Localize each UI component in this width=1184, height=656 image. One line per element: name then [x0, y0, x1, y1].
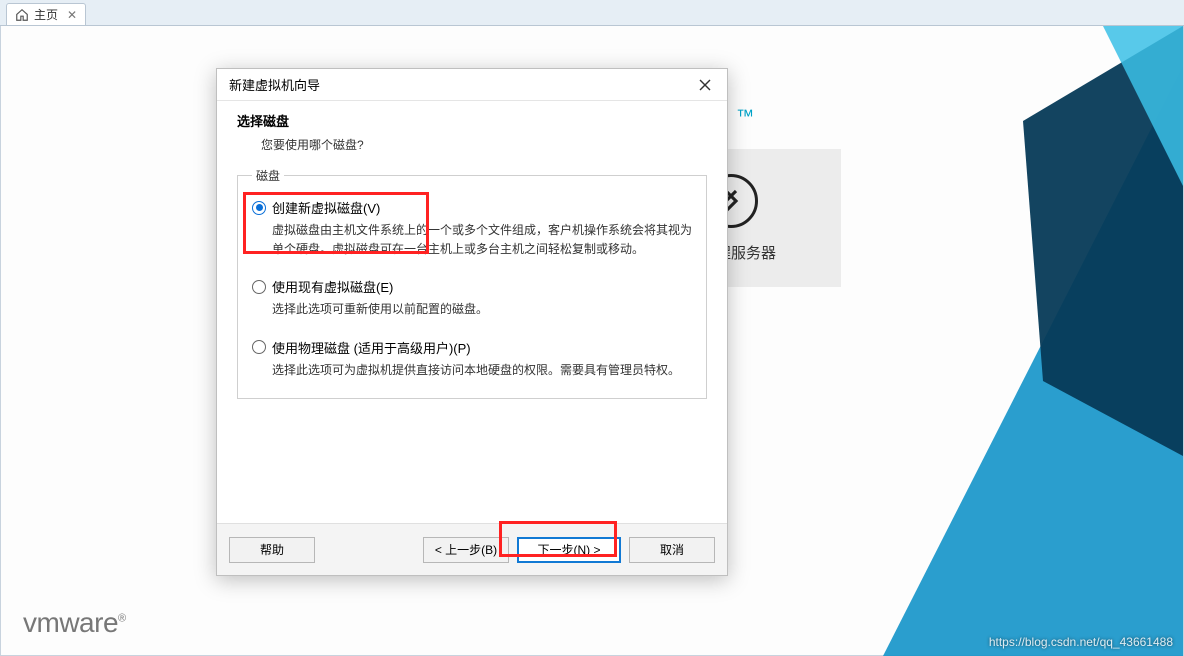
- option-use-physical-disk[interactable]: 使用物理磁盘 (适用于高级用户)(P) 选择此选项可为虚拟机提供直接访问本地硬盘…: [252, 338, 692, 380]
- disk-legend: 磁盘: [252, 167, 284, 184]
- dialog-header-sub: 您要使用哪个磁盘?: [237, 136, 707, 153]
- home-icon: [15, 8, 29, 22]
- dialog-title: 新建虚拟机向导: [229, 75, 320, 94]
- disk-fieldset: 磁盘 创建新虚拟磁盘(V) 虚拟磁盘由主机文件系统上的一个或多个文件组成，客户机…: [237, 167, 707, 399]
- new-vm-wizard-dialog: 新建虚拟机向导 选择磁盘 您要使用哪个磁盘? 磁盘 创建新虚拟磁盘(V) 虚拟磁…: [216, 68, 728, 576]
- next-button[interactable]: 下一步(N) >: [517, 537, 621, 563]
- option-desc: 选择此选项可为虚拟机提供直接访问本地硬盘的权限。需要具有管理员特权。: [252, 361, 692, 380]
- dialog-close-button[interactable]: [691, 73, 719, 97]
- option-label: 创建新虚拟磁盘(V): [272, 198, 380, 217]
- tab-home[interactable]: 主页 ✕: [6, 3, 86, 25]
- dialog-titlebar: 新建虚拟机向导: [217, 69, 727, 101]
- dialog-footer: 帮助 < 上一步(B) 下一步(N) > 取消: [217, 523, 727, 575]
- watermark: https://blog.csdn.net/qq_43661488: [989, 635, 1173, 649]
- tab-label: 主页: [34, 6, 58, 23]
- option-create-new-disk[interactable]: 创建新虚拟磁盘(V) 虚拟磁盘由主机文件系统上的一个或多个文件组成，客户机操作系…: [252, 198, 692, 259]
- tab-bar: 主页 ✕: [0, 0, 1184, 26]
- option-desc: 虚拟磁盘由主机文件系统上的一个或多个文件组成，客户机操作系统会将其视为单个硬盘。…: [252, 221, 692, 259]
- help-button[interactable]: 帮助: [229, 537, 315, 563]
- option-label: 使用现有虚拟磁盘(E): [272, 277, 393, 296]
- radio-create-new[interactable]: [252, 201, 266, 215]
- dialog-header-title: 选择磁盘: [237, 111, 707, 130]
- option-desc: 选择此选项可重新使用以前配置的磁盘。: [252, 300, 692, 319]
- content-area: ™ 接远程服务器 新建虚拟机向导 选择磁盘 您要使用哪个磁盘? 磁盘: [0, 26, 1184, 656]
- option-label: 使用物理磁盘 (适用于高级用户)(P): [272, 338, 471, 357]
- option-use-existing-disk[interactable]: 使用现有虚拟磁盘(E) 选择此选项可重新使用以前配置的磁盘。: [252, 277, 692, 319]
- dialog-header: 选择磁盘 您要使用哪个磁盘?: [217, 101, 727, 167]
- back-button[interactable]: < 上一步(B): [423, 537, 509, 563]
- trademark-text: ™: [736, 106, 755, 127]
- radio-use-existing[interactable]: [252, 280, 266, 294]
- radio-use-physical[interactable]: [252, 340, 266, 354]
- cancel-button[interactable]: 取消: [629, 537, 715, 563]
- vmware-logo: vmware®: [23, 607, 126, 639]
- dialog-body: 磁盘 创建新虚拟磁盘(V) 虚拟磁盘由主机文件系统上的一个或多个文件组成，客户机…: [217, 167, 727, 523]
- decorative-bg: [843, 26, 1183, 656]
- close-icon[interactable]: ✕: [67, 8, 77, 22]
